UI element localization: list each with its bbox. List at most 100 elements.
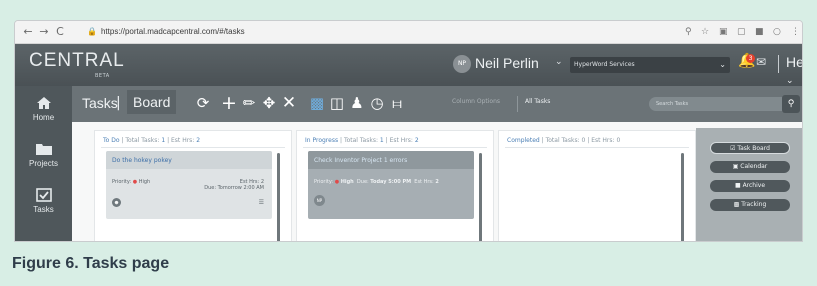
back-icon[interactable]: ← bbox=[21, 25, 35, 39]
header-divider bbox=[778, 55, 779, 73]
refresh-icon[interactable]: ⟳ bbox=[194, 94, 212, 112]
search-input[interactable]: Search Tasks bbox=[649, 97, 784, 111]
sidebar-item-label: Tasks bbox=[33, 205, 54, 214]
task-board: To Do | Total Tasks: 1 | Est Hrs: 2 Do t… bbox=[72, 122, 802, 241]
sidebar-item-label: Home bbox=[32, 113, 55, 122]
total-tasks-label: Total Tasks: bbox=[545, 137, 580, 144]
lock-icon: 🔒 bbox=[87, 27, 97, 36]
assign-user-icon[interactable]: ♟ bbox=[348, 94, 366, 112]
task-card[interactable]: Do the hokey pokey Priority: ● High Est … bbox=[106, 151, 272, 219]
archive-view-button[interactable]: ■ Archive bbox=[710, 180, 790, 192]
extension-icon[interactable]: ○ bbox=[773, 25, 781, 39]
view-title: Board bbox=[127, 90, 177, 114]
more-icon[interactable]: ⋮ bbox=[791, 25, 800, 39]
central-logo[interactable]: CENTRAL bbox=[29, 50, 125, 72]
star-icon[interactable]: ☆ bbox=[701, 25, 709, 39]
board-column-todo: To Do | Total Tasks: 1 | Est Hrs: 2 Do t… bbox=[94, 130, 292, 241]
column-scrollbar[interactable] bbox=[277, 153, 280, 241]
add-icon[interactable]: + bbox=[220, 94, 238, 113]
title-separator: | bbox=[116, 95, 121, 111]
user-name[interactable]: Neil Perlin bbox=[475, 55, 539, 71]
priority-value: High bbox=[138, 179, 151, 185]
calendar-view-button[interactable]: ▣ Calendar bbox=[710, 161, 790, 173]
all-tasks-filter[interactable]: All Tasks bbox=[525, 98, 550, 105]
column-scrollbar[interactable] bbox=[681, 153, 684, 241]
extension-icon[interactable]: ▣ bbox=[719, 25, 728, 39]
folder-icon[interactable]: ▩ bbox=[308, 94, 326, 112]
view-label: Calendar bbox=[740, 163, 768, 170]
task-priority: Priority: ● High bbox=[112, 179, 150, 185]
chevron-down-icon: ⌄ bbox=[719, 60, 726, 69]
view-label: Task Board bbox=[737, 145, 770, 152]
total-tasks-count: 1 bbox=[161, 137, 166, 144]
est-hours-label: Est Hrs: bbox=[591, 137, 615, 144]
due-label: Due: bbox=[356, 179, 369, 185]
mail-icon[interactable]: ✉ bbox=[756, 55, 766, 69]
est-value: 2 bbox=[435, 179, 439, 185]
avatar: NP bbox=[314, 195, 325, 206]
due-label: Due: bbox=[204, 185, 216, 191]
pencil-icon[interactable]: ✏ bbox=[240, 94, 258, 112]
search-icon[interactable]: ⚲ bbox=[782, 95, 800, 113]
calendar-icon: ▣ bbox=[732, 163, 739, 170]
task-title[interactable]: Check Inventor Project 1 errors bbox=[314, 156, 464, 166]
column-scrollbar[interactable] bbox=[479, 153, 482, 241]
task-card[interactable]: Check Inventor Project 1 errors Priority… bbox=[308, 151, 474, 219]
clear-filter-icon[interactable]: ⧦ bbox=[388, 94, 406, 112]
est-hours-label: Est Hrs: bbox=[171, 137, 195, 144]
chevron-down-icon: ⌄ bbox=[786, 75, 794, 85]
beta-label: BETA bbox=[95, 73, 110, 79]
figure-caption: Figure 6. Tasks page bbox=[12, 255, 170, 272]
column-options-button[interactable]: Column Options bbox=[452, 98, 500, 105]
history-icon[interactable]: ◷ bbox=[368, 94, 386, 112]
sidebar-item-home[interactable]: Home bbox=[15, 96, 72, 122]
total-tasks-label: Total Tasks: bbox=[125, 137, 160, 144]
column-header: Completed | Total Tasks: 0 | Est Hrs: 0 bbox=[507, 137, 621, 144]
task-toolbar: Tasks | Board ⟳ + ✏ ✥ ✕ ▩ ◫ ♟ ◷ ⧦ Column… bbox=[72, 86, 802, 122]
column-header: In Progress | Total Tasks: 1 | Est Hrs: … bbox=[305, 137, 419, 144]
chevron-down-icon[interactable]: ⌄ bbox=[555, 57, 563, 67]
close-icon[interactable]: ✕ bbox=[280, 94, 298, 112]
priority-label: Priority: bbox=[112, 179, 132, 185]
key-icon[interactable]: ⚲ bbox=[685, 25, 692, 39]
browser-window: ← → C 🔒 https://portal.madcapcentral.com/… bbox=[14, 20, 803, 242]
column-divider bbox=[505, 147, 689, 148]
address-bar[interactable]: 🔒 https://portal.madcapcentral.com/#/task… bbox=[87, 24, 687, 40]
export-icon[interactable]: ◫ bbox=[328, 94, 346, 112]
est-hours-value: 0 bbox=[616, 137, 621, 144]
column-name: Completed bbox=[507, 137, 540, 144]
tracking-view-button[interactable]: ▩ Tracking bbox=[710, 199, 790, 211]
extension-icon[interactable]: ▢ bbox=[737, 25, 746, 39]
checkbox-icon: ☑ bbox=[730, 145, 736, 152]
sidebar-item-tasks[interactable]: Tasks bbox=[15, 188, 72, 214]
avatar[interactable]: NP bbox=[453, 55, 471, 73]
total-tasks-label: Total Tasks: bbox=[343, 137, 378, 144]
board-column-completed: Completed | Total Tasks: 0 | Est Hrs: 0 bbox=[498, 130, 696, 241]
priority-dot-icon: ● bbox=[334, 179, 340, 185]
column-header: To Do | Total Tasks: 1 | Est Hrs: 2 bbox=[103, 137, 201, 144]
view-label: Archive bbox=[742, 182, 766, 189]
column-divider bbox=[303, 147, 487, 148]
task-board-view-button[interactable]: ☑ Task Board bbox=[710, 142, 790, 154]
forward-icon[interactable]: → bbox=[37, 25, 51, 39]
sidebar: Home Projects Tasks bbox=[15, 86, 72, 241]
home-icon bbox=[36, 97, 51, 109]
sidebar-item-projects[interactable]: Projects bbox=[15, 142, 72, 168]
move-icon[interactable]: ✥ bbox=[260, 94, 278, 112]
view-switcher: ☑ Task Board ▣ Calendar ■ Archive ▩ Trac… bbox=[696, 128, 802, 241]
help-menu[interactable]: Help ⌄ bbox=[786, 54, 802, 86]
priority-dot-icon: ● bbox=[132, 179, 138, 185]
browser-toolbar: ← → C 🔒 https://portal.madcapcentral.com/… bbox=[15, 21, 802, 44]
archive-icon: ■ bbox=[734, 182, 741, 189]
task-details: Priority: ● High Due: Today 5:00 PM Est … bbox=[314, 179, 439, 185]
due-value: Tomorrow 2:00 AM bbox=[217, 185, 264, 191]
reload-icon[interactable]: C bbox=[53, 25, 67, 39]
task-title[interactable]: Do the hokey pokey bbox=[112, 156, 262, 166]
board-column-in-progress: In Progress | Total Tasks: 1 | Est Hrs: … bbox=[296, 130, 494, 241]
due-value: Today 5:00 PM bbox=[370, 179, 412, 185]
workspace-select[interactable]: HyperWord Services ⌄ bbox=[570, 57, 730, 73]
extension-icon[interactable]: ■ bbox=[755, 25, 764, 39]
list-icon[interactable]: ☰ bbox=[259, 199, 264, 206]
notification-badge: 3 bbox=[746, 54, 755, 63]
page-title: Tasks bbox=[82, 95, 118, 111]
